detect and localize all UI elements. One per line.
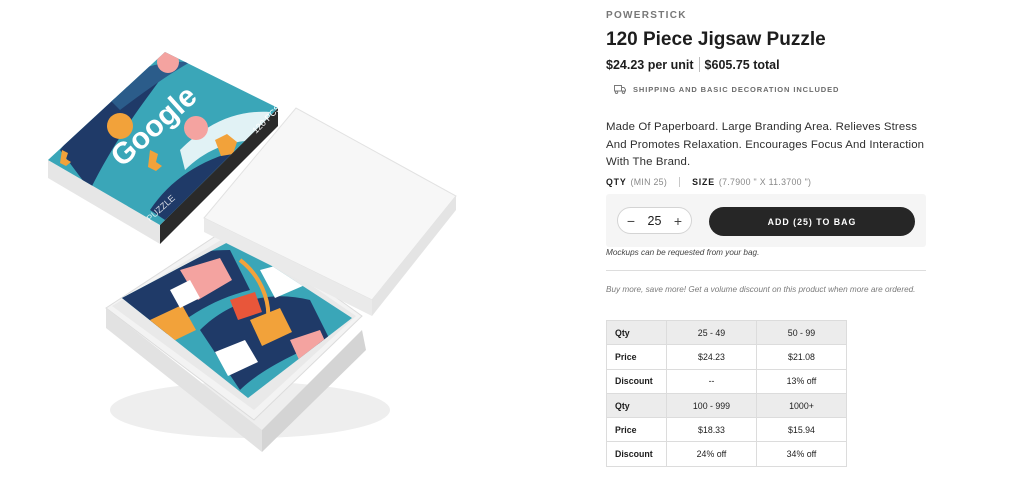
row-label: Discount: [606, 441, 667, 467]
table-cell: --: [666, 368, 757, 394]
table-row: Price $24.23 $21.08: [606, 344, 847, 370]
qty-spec-value: (MIN 25): [630, 177, 668, 187]
row-label: Discount: [606, 368, 667, 394]
section-divider: [606, 270, 926, 271]
table-cell: 1000+: [756, 392, 847, 419]
table-cell: 34% off: [756, 441, 847, 467]
add-to-bag-panel: − 25 + ADD (25) TO BAG: [606, 194, 926, 247]
price-per-unit: $24.23 per unit: [606, 57, 694, 72]
size-spec-label: SIZE: [692, 177, 715, 187]
product-specs: QTY (MIN 25) SIZE (7.7900 " X 11.3700 "): [606, 177, 811, 187]
table-cell: $15.94: [756, 417, 847, 443]
row-label: Qty: [606, 392, 667, 419]
table-row: Discount 24% off 34% off: [606, 441, 847, 467]
price-total: $605.75 total: [704, 57, 780, 72]
table-cell: 100 - 999: [666, 392, 757, 419]
qty-spec-label: QTY: [606, 177, 627, 187]
row-label: Price: [606, 417, 667, 443]
decrement-button[interactable]: −: [624, 214, 638, 228]
truck-icon: [614, 85, 626, 94]
volume-discount-note: Buy more, save more! Get a volume discou…: [606, 285, 916, 294]
quantity-value[interactable]: 25: [648, 214, 662, 228]
volume-pricing-table: Qty 25 - 49 50 - 99 Price $24.23 $21.08 …: [606, 319, 847, 467]
table-cell: $21.08: [756, 344, 847, 370]
table-cell: 13% off: [756, 368, 847, 394]
price-divider: [698, 57, 700, 72]
quantity-stepper[interactable]: − 25 +: [617, 207, 692, 234]
row-label: Price: [606, 344, 667, 370]
table-cell: 24% off: [666, 441, 757, 467]
table-cell: $24.23: [666, 344, 757, 370]
product-image: Google 120 PCS PUZZLE: [0, 0, 470, 496]
add-to-bag-button[interactable]: ADD (25) TO BAG: [709, 207, 915, 236]
row-label: Qty: [606, 319, 667, 346]
table-row: Price $18.33 $15.94: [606, 417, 847, 443]
table-row: Discount -- 13% off: [606, 368, 847, 394]
product-description: Made Of Paperboard. Large Branding Area.…: [606, 121, 925, 168]
increment-button[interactable]: +: [671, 214, 685, 228]
shipping-note: SHIPPING AND BASIC DECORATION INCLUDED: [614, 85, 839, 94]
shipping-text: SHIPPING AND BASIC DECORATION INCLUDED: [633, 85, 840, 94]
spec-divider: [679, 177, 681, 187]
product-title: 120 Piece Jigsaw Puzzle: [606, 29, 826, 50]
price-line: $24.23 per unit $605.75 total: [606, 57, 780, 72]
brand-name: POWERSTICK: [606, 10, 687, 21]
mockup-note: Mockups can be requested from your bag.: [606, 248, 760, 257]
table-row: Qty 25 - 49 50 - 99: [606, 319, 847, 346]
table-cell: 50 - 99: [756, 319, 847, 346]
table-row: Qty 100 - 999 1000+: [606, 392, 847, 419]
table-cell: $18.33: [666, 417, 757, 443]
table-cell: 25 - 49: [666, 319, 757, 346]
size-spec-value: (7.7900 " X 11.3700 "): [718, 177, 812, 187]
